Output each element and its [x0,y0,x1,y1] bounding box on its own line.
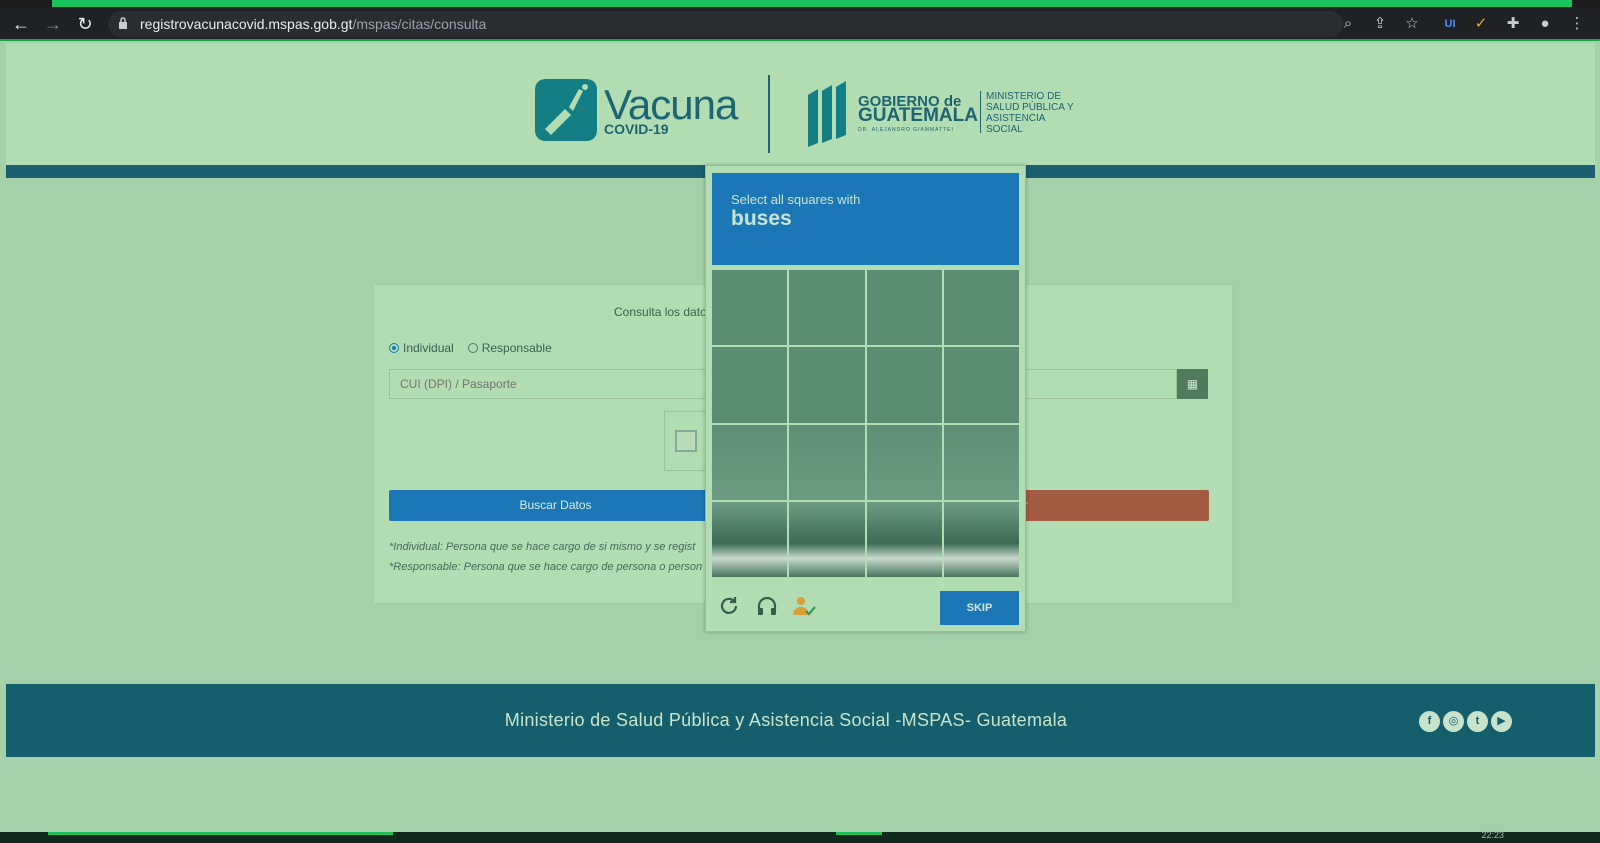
browser-tab-strip [0,0,1600,7]
radio-responsable[interactable] [467,343,478,353]
share-icon[interactable]: ⇪ [1369,13,1391,35]
buscar-datos-button[interactable]: Buscar Datos [389,490,722,521]
os-taskbar: 22:23 [0,830,1600,843]
logo-divider [768,75,770,153]
captcha-checkbox[interactable] [675,430,697,452]
captcha-tile[interactable] [866,424,942,500]
person-type-radio-group: Individual Responsable [389,341,552,355]
refresh-icon[interactable] [717,594,741,618]
forward-arrow-icon[interactable]: → [40,11,66,37]
captcha-tile[interactable] [712,270,788,346]
captcha-tile[interactable] [943,501,1019,577]
menu-kebab-icon[interactable]: ⋮ [1566,13,1588,35]
facebook-icon[interactable]: f [1419,711,1440,732]
form-title: Consulta los datos [614,305,713,319]
address-bar[interactable]: registrovacunacovid.mspas.gob.gt/mspas/c… [108,11,1343,37]
radio-individual-label[interactable]: Individual [403,341,454,355]
lock-icon [119,17,127,29]
secondary-button[interactable]: r [1022,490,1209,521]
reload-icon[interactable]: ↻ [72,11,98,37]
captcha-tile[interactable] [943,424,1019,500]
vacuna-logo-icon [535,79,597,141]
captcha-image-grid [712,270,1019,577]
cui-input[interactable] [389,369,722,399]
site-footer: Ministerio de Salud Pública y Asistencia… [6,684,1595,757]
captcha-instruction: Select all squares with [731,192,861,207]
skip-button[interactable]: SKIP [940,591,1019,625]
radio-responsable-label[interactable]: Responsable [482,341,552,355]
youtube-icon[interactable]: ▶ [1491,711,1512,732]
captcha-tile[interactable] [712,347,788,423]
instagram-icon[interactable]: ◎ [1443,711,1464,732]
covid-wordmark: COVID-19 [604,121,669,137]
taskbar-app[interactable] [836,832,882,835]
back-arrow-icon[interactable]: ← [8,11,34,37]
captcha-widget [664,411,709,471]
site-header: Vacuna COVID-19 GOBIERNO de GUATEMALA DR… [6,43,1595,165]
gobierno-line2: GUATEMALA [858,105,978,126]
url-text: registrovacunacovid.mspas.gob.gt/mspas/c… [140,16,487,32]
bookmark-star-icon[interactable]: ☆ [1401,13,1423,35]
captcha-tile[interactable] [943,347,1019,423]
captcha-tile[interactable] [789,347,865,423]
date-input[interactable] [1022,369,1177,399]
guatemala-flag-icon [808,81,846,147]
audio-headphones-icon[interactable] [755,594,779,618]
radio-individual[interactable] [389,343,399,353]
footer-text: Ministerio de Salud Pública y Asistencia… [504,710,1068,730]
ministerio-label: MINISTERIO DE SALUD PÚBLICA Y ASISTENCIA… [986,91,1074,135]
captcha-tile[interactable] [866,270,942,346]
captcha-target-word: buses [731,207,792,230]
accessibility-person-check-icon[interactable] [792,594,816,618]
extension-ui-icon[interactable]: UI [1439,13,1461,35]
captcha-tile[interactable] [866,501,942,577]
captcha-tile[interactable] [789,501,865,577]
captcha-tile[interactable] [712,501,788,577]
taskbar-clock: 22:23 [1481,830,1504,840]
extensions-puzzle-icon[interactable]: ✚ [1502,13,1524,35]
captcha-challenge-dialog: Select all squares with buses SKIP [705,165,1026,632]
tab-strip-highlight [52,0,1572,7]
note-responsable: *Responsable: Persona que se hace cargo … [389,561,703,573]
calendar-icon[interactable]: ▦ [1177,369,1208,399]
captcha-tile[interactable] [789,424,865,500]
gobierno-divider [980,91,981,133]
captcha-tile[interactable] [712,424,788,500]
captcha-tile[interactable] [943,270,1019,346]
captcha-tile[interactable] [866,347,942,423]
captcha-prompt: Select all squares with buses [712,173,1019,265]
extension-person-check-icon[interactable]: ✓ [1470,13,1492,35]
zoom-icon[interactable]: ⌕ [1337,13,1359,35]
twitter-icon[interactable]: t [1467,711,1488,732]
gobierno-line3: DR. ALEJANDRO GIAMMATTEI [858,127,954,133]
browser-toolbar: ← → ↻ registrovacunacovid.mspas.gob.gt/m… [0,7,1600,41]
taskbar-active-window[interactable] [48,832,393,835]
captcha-tile[interactable] [789,270,865,346]
note-individual: *Individual: Persona que se hace cargo d… [389,541,696,553]
profile-icon[interactable]: ● [1534,13,1556,35]
